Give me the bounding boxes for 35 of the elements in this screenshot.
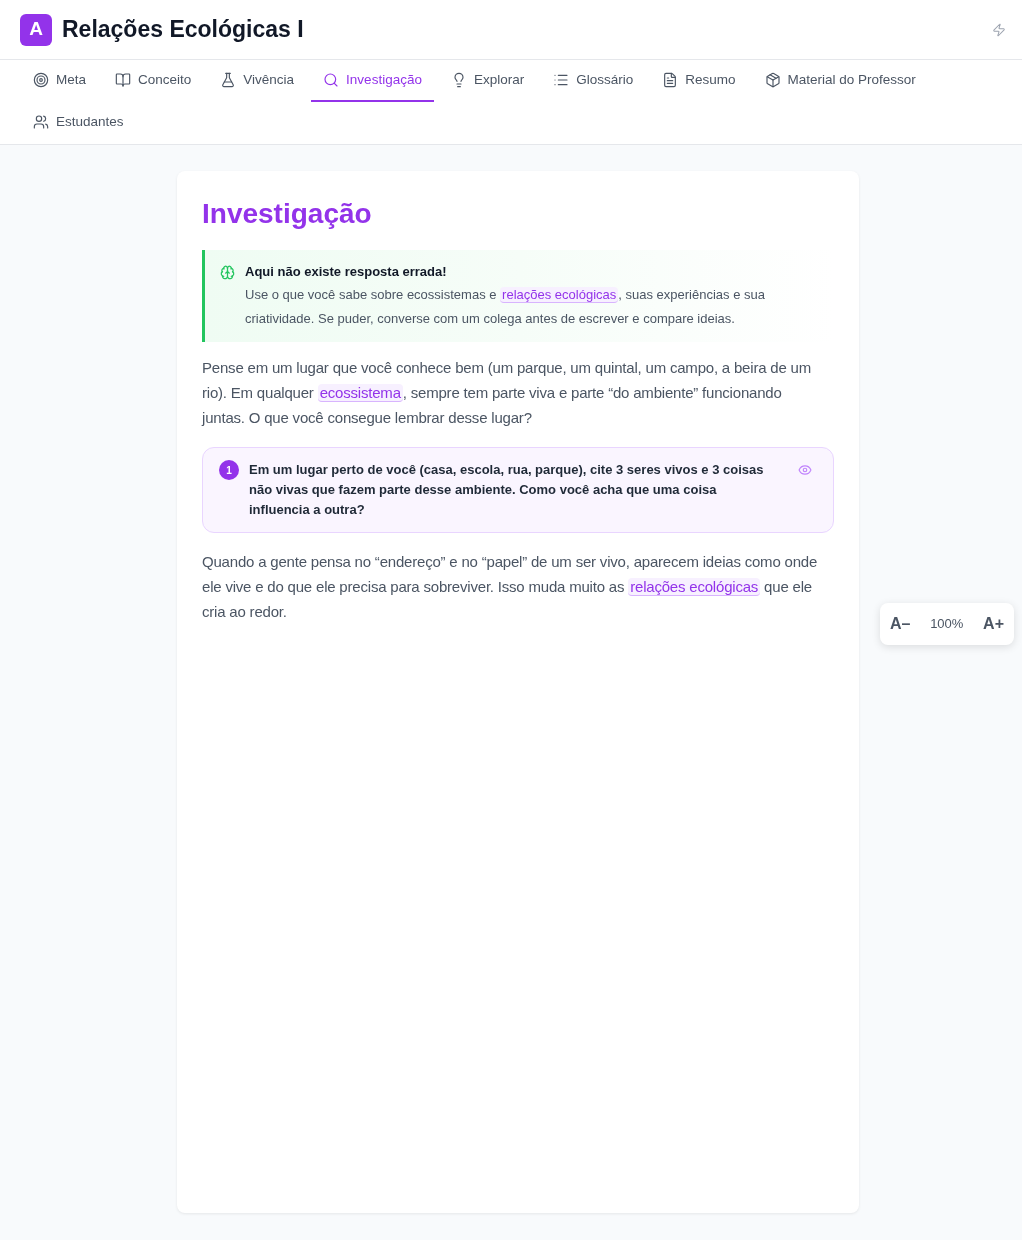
- target-icon: [33, 72, 49, 88]
- glossary-link[interactable]: relações ecológicas: [500, 287, 619, 303]
- tab[interactable]: Conceito: [103, 60, 204, 102]
- list-icon: [553, 72, 570, 88]
- lightning-icon[interactable]: [992, 22, 1006, 37]
- document-icon: [662, 72, 679, 88]
- tab[interactable]: Investigação: [311, 60, 434, 102]
- tab[interactable]: Explorar: [438, 60, 537, 102]
- question-text: Em um lugar perto de você (casa, escola, rua, parque), cite 3 seres vivos e 3 coisas não vivas que fazem parte desse ambiente. Como você acha que uma coisa influencia a outra?: [249, 461, 765, 519]
- increase-font-button[interactable]: A+: [983, 612, 1004, 636]
- eye-icon[interactable]: [798, 463, 812, 477]
- tab[interactable]: Vivência: [208, 60, 307, 102]
- paragraph: Pense em um lugar que você conhece bem (um parque, um quintal, um campo, a beira de um rio). Em qualquer ecossistema, sempre tem parte viva e parte “do ambiente” funcionando juntas. O que você consegue lembrar desse lugar?: [202, 358, 812, 428]
- decrease-font-button[interactable]: A–: [890, 612, 911, 636]
- glossary-link[interactable]: relações ecológicas: [628, 578, 761, 596]
- tab[interactable]: Estudantes: [21, 102, 136, 144]
- callout-title: Aqui não existe resposta errada!: [245, 263, 448, 281]
- tab[interactable]: Material do Professor: [752, 60, 928, 102]
- brain-icon: [220, 265, 235, 280]
- users-icon: [33, 114, 49, 130]
- paragraph: Quando a gente pensa no “endereço” e no “papel” de um ser vivo, aparecem ideias como onde ele vive e do que ele precisa para sobreviver. Isso muda muito as relações ecológicas que ele cria ao redor.: [202, 552, 819, 622]
- tab[interactable]: Resumo: [650, 60, 748, 102]
- glossary-link[interactable]: ecossistema: [317, 384, 403, 402]
- section-heading: Investigação: [202, 197, 373, 231]
- question-number: 1: [219, 460, 239, 480]
- box-icon: [764, 72, 781, 88]
- tab[interactable]: Meta: [21, 60, 98, 102]
- flask-icon: [220, 72, 237, 88]
- font-size-value: 100%: [930, 615, 964, 634]
- callout-text: Use o que você sabe sobre ecossistemas e relações ecológicas, suas experiências e sua criatividade. Se puder, converse com um colega antes de escrever e compare ideias.: [245, 286, 766, 328]
- tab[interactable]: Glossário: [541, 60, 646, 102]
- page-title: Relações Ecológicas I: [62, 15, 304, 45]
- app-logo: A: [20, 13, 52, 46]
- search-icon: [323, 72, 340, 88]
- book-icon: [115, 72, 131, 88]
